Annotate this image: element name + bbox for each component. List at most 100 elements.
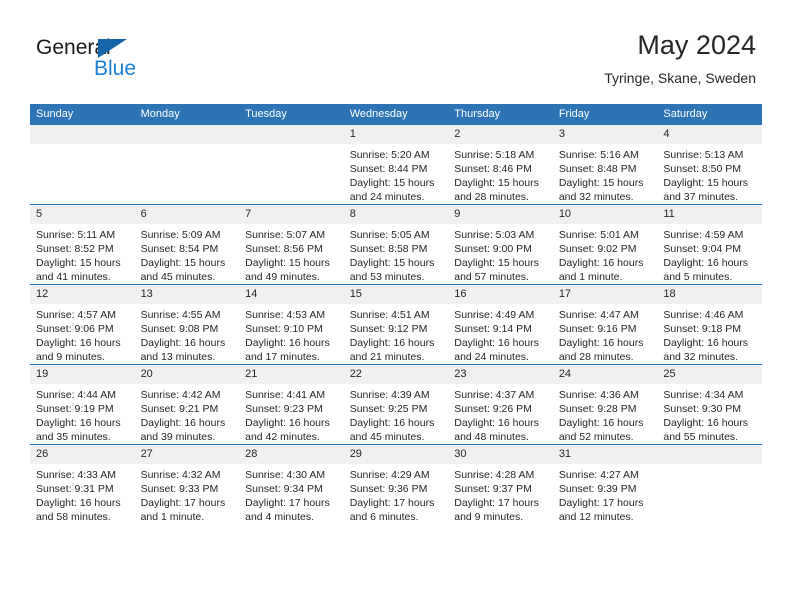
sunset-time: Sunset: 9:16 PM [558,323,637,335]
calendar-day-cell[interactable]: 31 Sunrise: 4:27 AM Sunset: 9:39 PM Dayligh… [552,444,658,524]
calendar-day-cell[interactable]: 23 Sunrise: 4:37 AM Sunset: 9:26 PM Dayligh… [448,364,553,445]
day-details: Sunrise: 5:13 AM Sunset: 8:50 PM Daylight:… [657,144,762,204]
sunrise-time: Sunrise: 4:44 AM [36,389,116,401]
calendar-day-cell[interactable]: 18 Sunrise: 4:46 AM Sunset: 9:18 PM Dayligh… [657,284,762,365]
daylight-duration-line2: and 35 minutes. [36,431,111,443]
calendar-day-cell[interactable]: 29 Sunrise: 4:29 AM Sunset: 9:36 PM Dayligh… [343,444,449,524]
calendar-day-cell[interactable]: 15 Sunrise: 4:51 AM Sunset: 9:12 PM Dayligh… [343,284,449,365]
calendar-day-cell[interactable]: 9 Sunrise: 5:03 AM Sunset: 9:00 PM Daylight… [448,204,553,285]
sunrise-time: Sunrise: 4:46 AM [663,309,744,321]
calendar-day-cell[interactable]: 3 Sunrise: 5:16 AM Sunset: 8:48 PM Daylight… [552,125,658,205]
calendar-day-cell[interactable]: 2 Sunrise: 5:18 AM Sunset: 8:46 PM Daylight… [448,125,553,205]
daylight-duration-line2: and 1 minute. [140,511,205,523]
day-number: 22 [343,365,449,384]
day-number: 11 [657,205,762,224]
calendar-day-cell[interactable]: 13 Sunrise: 4:55 AM Sunset: 9:08 PM Dayligh… [134,284,240,365]
brand-name-blue: Blue [94,57,137,80]
calendar-day-cell[interactable]: 14 Sunrise: 4:53 AM Sunset: 9:10 PM Dayligh… [239,284,344,365]
sunset-time: Sunset: 9:25 PM [349,403,428,415]
calendar-day-cell-empty [30,125,135,205]
weekday-header-friday: Friday [552,104,658,125]
calendar-day-cell[interactable]: 11 Sunrise: 4:59 AM Sunset: 9:04 PM Dayligh… [657,204,762,285]
daylight-duration-line2: and 39 minutes. [140,431,216,443]
daylight-duration-line1: Daylight: 16 hours [558,257,644,269]
calendar-day-cell[interactable]: 6 Sunrise: 5:09 AM Sunset: 8:54 PM Daylight… [134,204,240,285]
sunrise-time: Sunrise: 4:51 AM [349,309,430,321]
sunset-time: Sunset: 8:52 PM [36,243,114,255]
sunset-time: Sunset: 9:33 PM [140,483,219,495]
calendar-day-cell[interactable]: 4 Sunrise: 5:13 AM Sunset: 8:50 PM Daylight… [657,125,762,205]
calendar-day-cell[interactable]: 19 Sunrise: 4:44 AM Sunset: 9:19 PM Dayligh… [30,364,135,445]
day-number: 9 [448,205,553,224]
daylight-duration-line1: Daylight: 16 hours [36,417,121,429]
day-number: 13 [134,285,240,304]
calendar-day-cell[interactable]: 8 Sunrise: 5:05 AM Sunset: 8:58 PM Daylight… [343,204,449,285]
day-number: 31 [552,445,658,464]
sunset-time: Sunset: 9:02 PM [558,243,637,255]
calendar-day-cell[interactable]: 16 Sunrise: 4:49 AM Sunset: 9:14 PM Dayligh… [448,284,553,365]
sunrise-time: Sunrise: 4:41 AM [245,389,326,401]
sunrise-time: Sunrise: 5:13 AM [663,149,744,161]
calendar-day-cell[interactable]: 30 Sunrise: 4:28 AM Sunset: 9:37 PM Dayligh… [448,444,553,524]
daylight-duration-line2: and 41 minutes. [36,271,111,283]
calendar-day-cell-empty [239,125,344,205]
day-number: 4 [657,125,762,144]
calendar-day-cell[interactable]: 20 Sunrise: 4:42 AM Sunset: 9:21 PM Dayligh… [134,364,240,445]
day-details: Sunrise: 5:11 AM Sunset: 8:52 PM Daylight:… [30,224,135,284]
day-number: 8 [343,205,449,224]
sunset-time: Sunset: 9:10 PM [245,323,323,335]
day-details: Sunrise: 4:37 AM Sunset: 9:26 PM Daylight:… [448,384,553,444]
weekday-header-monday: Monday [134,104,240,125]
calendar-day-cell[interactable]: 1 Sunrise: 5:20 AM Sunset: 8:44 PM Daylight… [343,125,449,205]
brand-logo[interactable]: General Blue [36,36,256,92]
day-details: Sunrise: 4:33 AM Sunset: 9:31 PM Daylight:… [30,464,135,524]
day-number: 23 [448,365,553,384]
calendar-day-cell[interactable]: 24 Sunrise: 4:36 AM Sunset: 9:28 PM Dayligh… [552,364,658,445]
calendar-day-cell[interactable]: 28 Sunrise: 4:30 AM Sunset: 9:34 PM Dayligh… [239,444,344,524]
sunset-time: Sunset: 9:31 PM [36,483,114,495]
calendar-page: General Blue May 2024 Tyringe, Skane, Sw… [0,0,792,612]
sunrise-time: Sunrise: 4:55 AM [140,309,221,321]
sunset-time: Sunset: 9:36 PM [349,483,428,495]
page-header: General Blue May 2024 Tyringe, Skane, Sw… [0,0,792,104]
daylight-duration-line2: and 32 minutes. [558,191,634,203]
calendar-day-cell[interactable]: 17 Sunrise: 4:47 AM Sunset: 9:16 PM Dayligh… [552,284,658,365]
daylight-duration-line1: Daylight: 16 hours [558,417,644,429]
page-title: May 2024 [637,30,756,60]
daylight-duration-line1: Daylight: 17 hours [558,497,644,509]
sunrise-time: Sunrise: 5:01 AM [558,229,639,241]
calendar-day-cell[interactable]: 5 Sunrise: 5:11 AM Sunset: 8:52 PM Daylight… [30,204,135,285]
sunrise-time: Sunrise: 4:57 AM [36,309,116,321]
sunrise-time: Sunrise: 4:34 AM [663,389,744,401]
calendar-day-cell[interactable]: 21 Sunrise: 4:41 AM Sunset: 9:23 PM Dayligh… [239,364,344,445]
sunrise-time: Sunrise: 4:47 AM [558,309,639,321]
calendar-day-cell[interactable]: 25 Sunrise: 4:34 AM Sunset: 9:30 PM Dayligh… [657,364,762,445]
calendar-day-cell[interactable]: 7 Sunrise: 5:07 AM Sunset: 8:56 PM Daylight… [239,204,344,285]
day-details: Sunrise: 4:29 AM Sunset: 9:36 PM Daylight:… [344,464,449,524]
sunset-time: Sunset: 9:39 PM [558,483,637,495]
calendar-day-cell[interactable]: 10 Sunrise: 5:01 AM Sunset: 9:02 PM Dayligh… [552,204,658,285]
calendar-day-cell[interactable]: 27 Sunrise: 4:32 AM Sunset: 9:33 PM Dayligh… [134,444,240,524]
daylight-duration-line1: Daylight: 16 hours [663,337,749,349]
sunset-time: Sunset: 9:34 PM [245,483,323,495]
sunset-time: Sunset: 8:44 PM [349,163,428,175]
sunset-time: Sunset: 8:56 PM [245,243,323,255]
sunrise-time: Sunrise: 4:42 AM [140,389,221,401]
sunset-time: Sunset: 8:48 PM [558,163,637,175]
day-number: 24 [552,365,658,384]
calendar-day-cell[interactable]: 22 Sunrise: 4:39 AM Sunset: 9:25 PM Dayligh… [343,364,449,445]
day-details: Sunrise: 4:57 AM Sunset: 9:06 PM Daylight:… [30,304,135,364]
day-number [30,125,135,144]
sunrise-time: Sunrise: 5:09 AM [140,229,221,241]
day-details: Sunrise: 4:32 AM Sunset: 9:33 PM Daylight:… [135,464,240,524]
sunset-time: Sunset: 8:50 PM [663,163,742,175]
sunset-time: Sunset: 8:54 PM [140,243,219,255]
calendar-day-cell-empty [657,444,762,524]
day-details: Sunrise: 4:28 AM Sunset: 9:37 PM Daylight:… [448,464,553,524]
sunrise-time: Sunrise: 5:20 AM [349,149,430,161]
daylight-duration-line1: Daylight: 17 hours [140,497,226,509]
sunset-time: Sunset: 9:28 PM [558,403,637,415]
calendar-day-cell[interactable]: 12 Sunrise: 4:57 AM Sunset: 9:06 PM Dayligh… [30,284,135,365]
daylight-duration-line1: Daylight: 15 hours [558,177,644,189]
calendar-day-cell[interactable]: 26 Sunrise: 4:33 AM Sunset: 9:31 PM Dayligh… [30,444,135,524]
